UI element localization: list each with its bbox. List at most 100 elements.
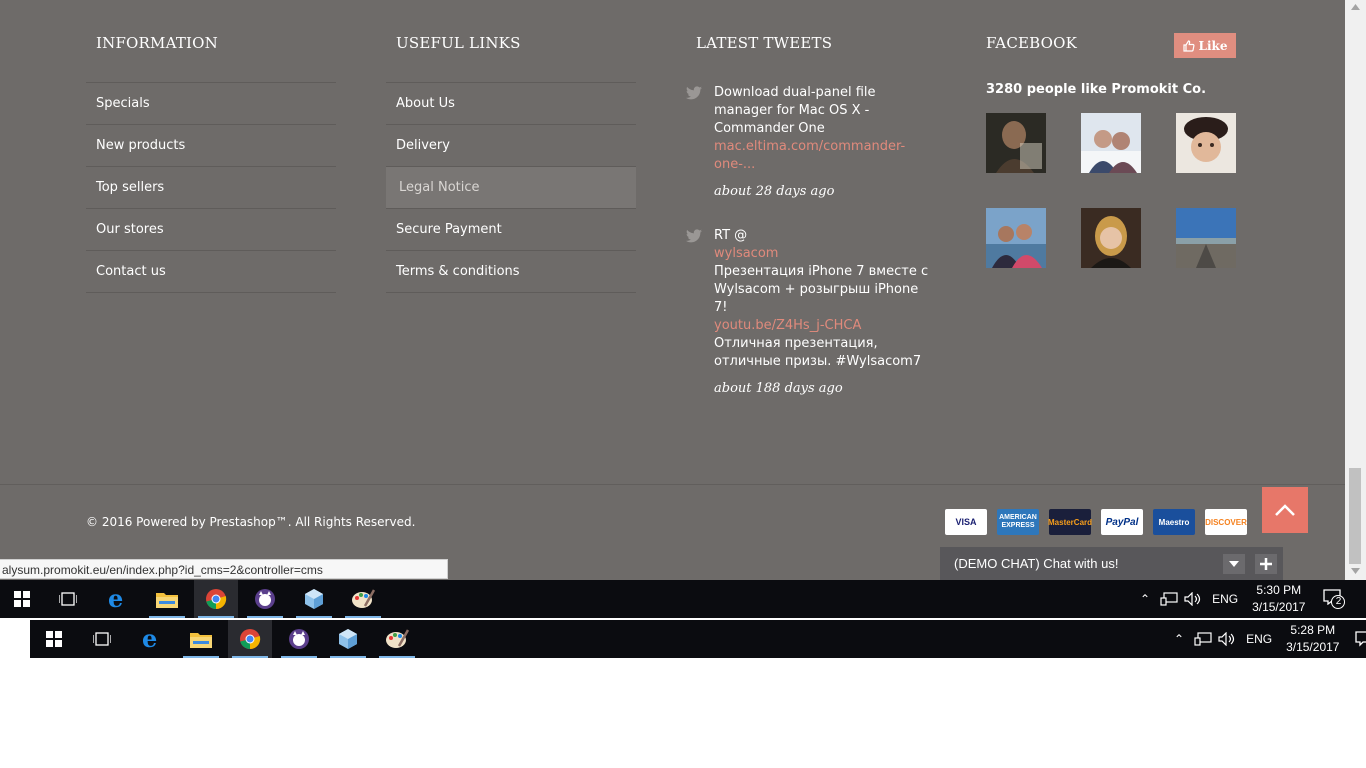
- discover-label: DISCOVER: [1205, 517, 1247, 527]
- paint-taskbar-button[interactable]: [375, 620, 419, 658]
- start-button[interactable]: [32, 620, 76, 658]
- network-icon[interactable]: [1160, 592, 1178, 606]
- facebook-like-count: 3280 people like Promokit Co.: [986, 82, 1207, 97]
- app-cube-taskbar-button[interactable]: [326, 620, 370, 658]
- language-indicator[interactable]: ENG: [1246, 632, 1272, 646]
- page-scrollbar[interactable]: [1345, 0, 1366, 580]
- link-top-sellers[interactable]: Top sellers: [86, 167, 336, 209]
- facebook-fan-avatar[interactable]: [1176, 113, 1236, 173]
- paint-palette-icon: [386, 629, 409, 648]
- mastercard-label: MasterCard: [1048, 517, 1093, 527]
- scroll-up-arrow-icon[interactable]: [1351, 4, 1360, 10]
- clock-date: 3/15/2017: [1286, 640, 1340, 654]
- thumbs-up-icon: [1182, 39, 1195, 52]
- edge-icon: e: [108, 588, 123, 610]
- folder-icon: [156, 593, 178, 608]
- fan-photo: [1081, 208, 1141, 268]
- mastercard-icon: MasterCard: [1048, 509, 1093, 535]
- blank-area: [0, 620, 30, 658]
- facebook-fan-avatar[interactable]: [986, 113, 1046, 173]
- browser-status-url: alysum.promokit.eu/en/index.php?id_cms=2…: [0, 559, 448, 579]
- link-secure-payment[interactable]: Secure Payment: [386, 209, 636, 251]
- facebook-fan-avatar[interactable]: [1081, 113, 1141, 173]
- footer-divider: [0, 484, 1345, 485]
- facebook-fan-avatar[interactable]: [986, 208, 1046, 268]
- scrollbar-thumb[interactable]: [1349, 468, 1361, 564]
- tweet-mention-link[interactable]: wylsacom: [714, 245, 934, 263]
- chat-expand-button[interactable]: [1255, 554, 1277, 574]
- like-label: Like: [1198, 38, 1228, 53]
- system-tray: ⌃ ENG 5:28 PM 3/15/2017: [1174, 620, 1366, 658]
- link-contact-us[interactable]: Contact us: [86, 251, 336, 293]
- facebook-fan-avatar[interactable]: [1176, 208, 1236, 268]
- chrome-taskbar-button[interactable]: [194, 580, 238, 618]
- taskbar-clock[interactable]: 5:28 PM 3/15/2017: [1286, 622, 1339, 656]
- cube-app-icon: [305, 589, 323, 609]
- edge-taskbar-button[interactable]: e: [96, 580, 140, 618]
- tweet-link[interactable]: mac.eltima.com/commander-one-...: [714, 138, 934, 174]
- task-view-button[interactable]: [46, 580, 90, 618]
- app-cat-taskbar-button[interactable]: [277, 620, 321, 658]
- start-button[interactable]: [0, 580, 44, 618]
- chevron-up-icon[interactable]: ⌃: [1140, 592, 1150, 606]
- language-indicator[interactable]: ENG: [1212, 592, 1238, 606]
- chevron-up-icon[interactable]: ⌃: [1174, 632, 1184, 646]
- link-delivery[interactable]: Delivery: [386, 125, 636, 167]
- task-view-button[interactable]: [80, 620, 124, 658]
- volume-icon[interactable]: [1184, 592, 1202, 606]
- tweet-body: RT @ wylsacom Презентация iPhone 7 вмест…: [714, 227, 934, 398]
- link-about-us[interactable]: About Us: [386, 83, 636, 125]
- notification-icon[interactable]: [1355, 631, 1366, 647]
- tweet-link[interactable]: youtu.be/Z4Hs_j-CHCA: [714, 317, 934, 335]
- link-our-stores[interactable]: Our stores: [86, 209, 336, 251]
- tweet-text: Download dual-panel file manager for Mac…: [714, 85, 876, 136]
- task-view-icon: [93, 632, 111, 646]
- tweets-title: LATEST TWEETS: [696, 34, 833, 52]
- chat-label: (DEMO CHAT) Chat with us!: [954, 556, 1119, 571]
- chrome-taskbar-button[interactable]: [228, 620, 272, 658]
- paint-palette-icon: [352, 589, 375, 608]
- app-cat-taskbar-button[interactable]: [243, 580, 287, 618]
- fan-photo: [1081, 113, 1141, 173]
- facebook-like-button[interactable]: Like: [1174, 33, 1236, 58]
- tweet-time: about 188 days ago: [714, 381, 843, 396]
- maestro-icon: Maestro: [1153, 509, 1195, 535]
- facebook-fan-avatar[interactable]: [1081, 208, 1141, 268]
- volume-icon[interactable]: [1218, 632, 1236, 646]
- discover-icon: DISCOVER: [1205, 509, 1247, 535]
- folder-icon: [190, 633, 212, 648]
- paypal-label: PayPal: [1105, 516, 1139, 528]
- paypal-icon: PayPal: [1101, 509, 1143, 535]
- network-icon[interactable]: [1194, 632, 1212, 646]
- plus-icon: [1260, 558, 1272, 570]
- cat-app-icon: [289, 629, 309, 649]
- chat-minimize-button[interactable]: [1223, 554, 1245, 574]
- tweet-prefix: RT @: [714, 228, 748, 243]
- tweet-time: about 28 days ago: [714, 184, 835, 199]
- app-cube-taskbar-button[interactable]: [292, 580, 336, 618]
- edge-taskbar-button[interactable]: e: [130, 620, 174, 658]
- fan-photo: [986, 113, 1046, 173]
- scroll-to-top-button[interactable]: [1262, 487, 1308, 533]
- facebook-title: FACEBOOK: [986, 34, 1078, 52]
- file-explorer-taskbar-button[interactable]: [145, 580, 189, 618]
- taskbar-clock[interactable]: 5:30 PM 3/15/2017: [1252, 582, 1305, 616]
- link-specials[interactable]: Specials: [86, 83, 336, 125]
- twitter-icon: [686, 86, 702, 100]
- windows-logo-icon: [14, 591, 30, 607]
- twitter-icon: [686, 229, 702, 243]
- tweet-text: Презентация iPhone 7 вместе с Wylsacom +…: [714, 264, 929, 315]
- clock-date: 3/15/2017: [1252, 600, 1306, 614]
- information-title: INFORMATION: [96, 34, 218, 52]
- visa-icon: VISA: [945, 509, 987, 535]
- demo-chat-bar[interactable]: (DEMO CHAT) Chat with us!: [940, 547, 1283, 580]
- action-center-button[interactable]: 2: [1323, 589, 1346, 609]
- paint-taskbar-button[interactable]: [341, 580, 385, 618]
- notification-count-badge: 2: [1331, 595, 1346, 609]
- link-new-products[interactable]: New products: [86, 125, 336, 167]
- link-terms-conditions[interactable]: Terms & conditions: [386, 251, 636, 293]
- chevron-up-icon: [1275, 504, 1295, 516]
- link-legal-notice[interactable]: Legal Notice: [386, 167, 636, 209]
- file-explorer-taskbar-button[interactable]: [179, 620, 223, 658]
- scroll-down-arrow-icon[interactable]: [1351, 568, 1360, 574]
